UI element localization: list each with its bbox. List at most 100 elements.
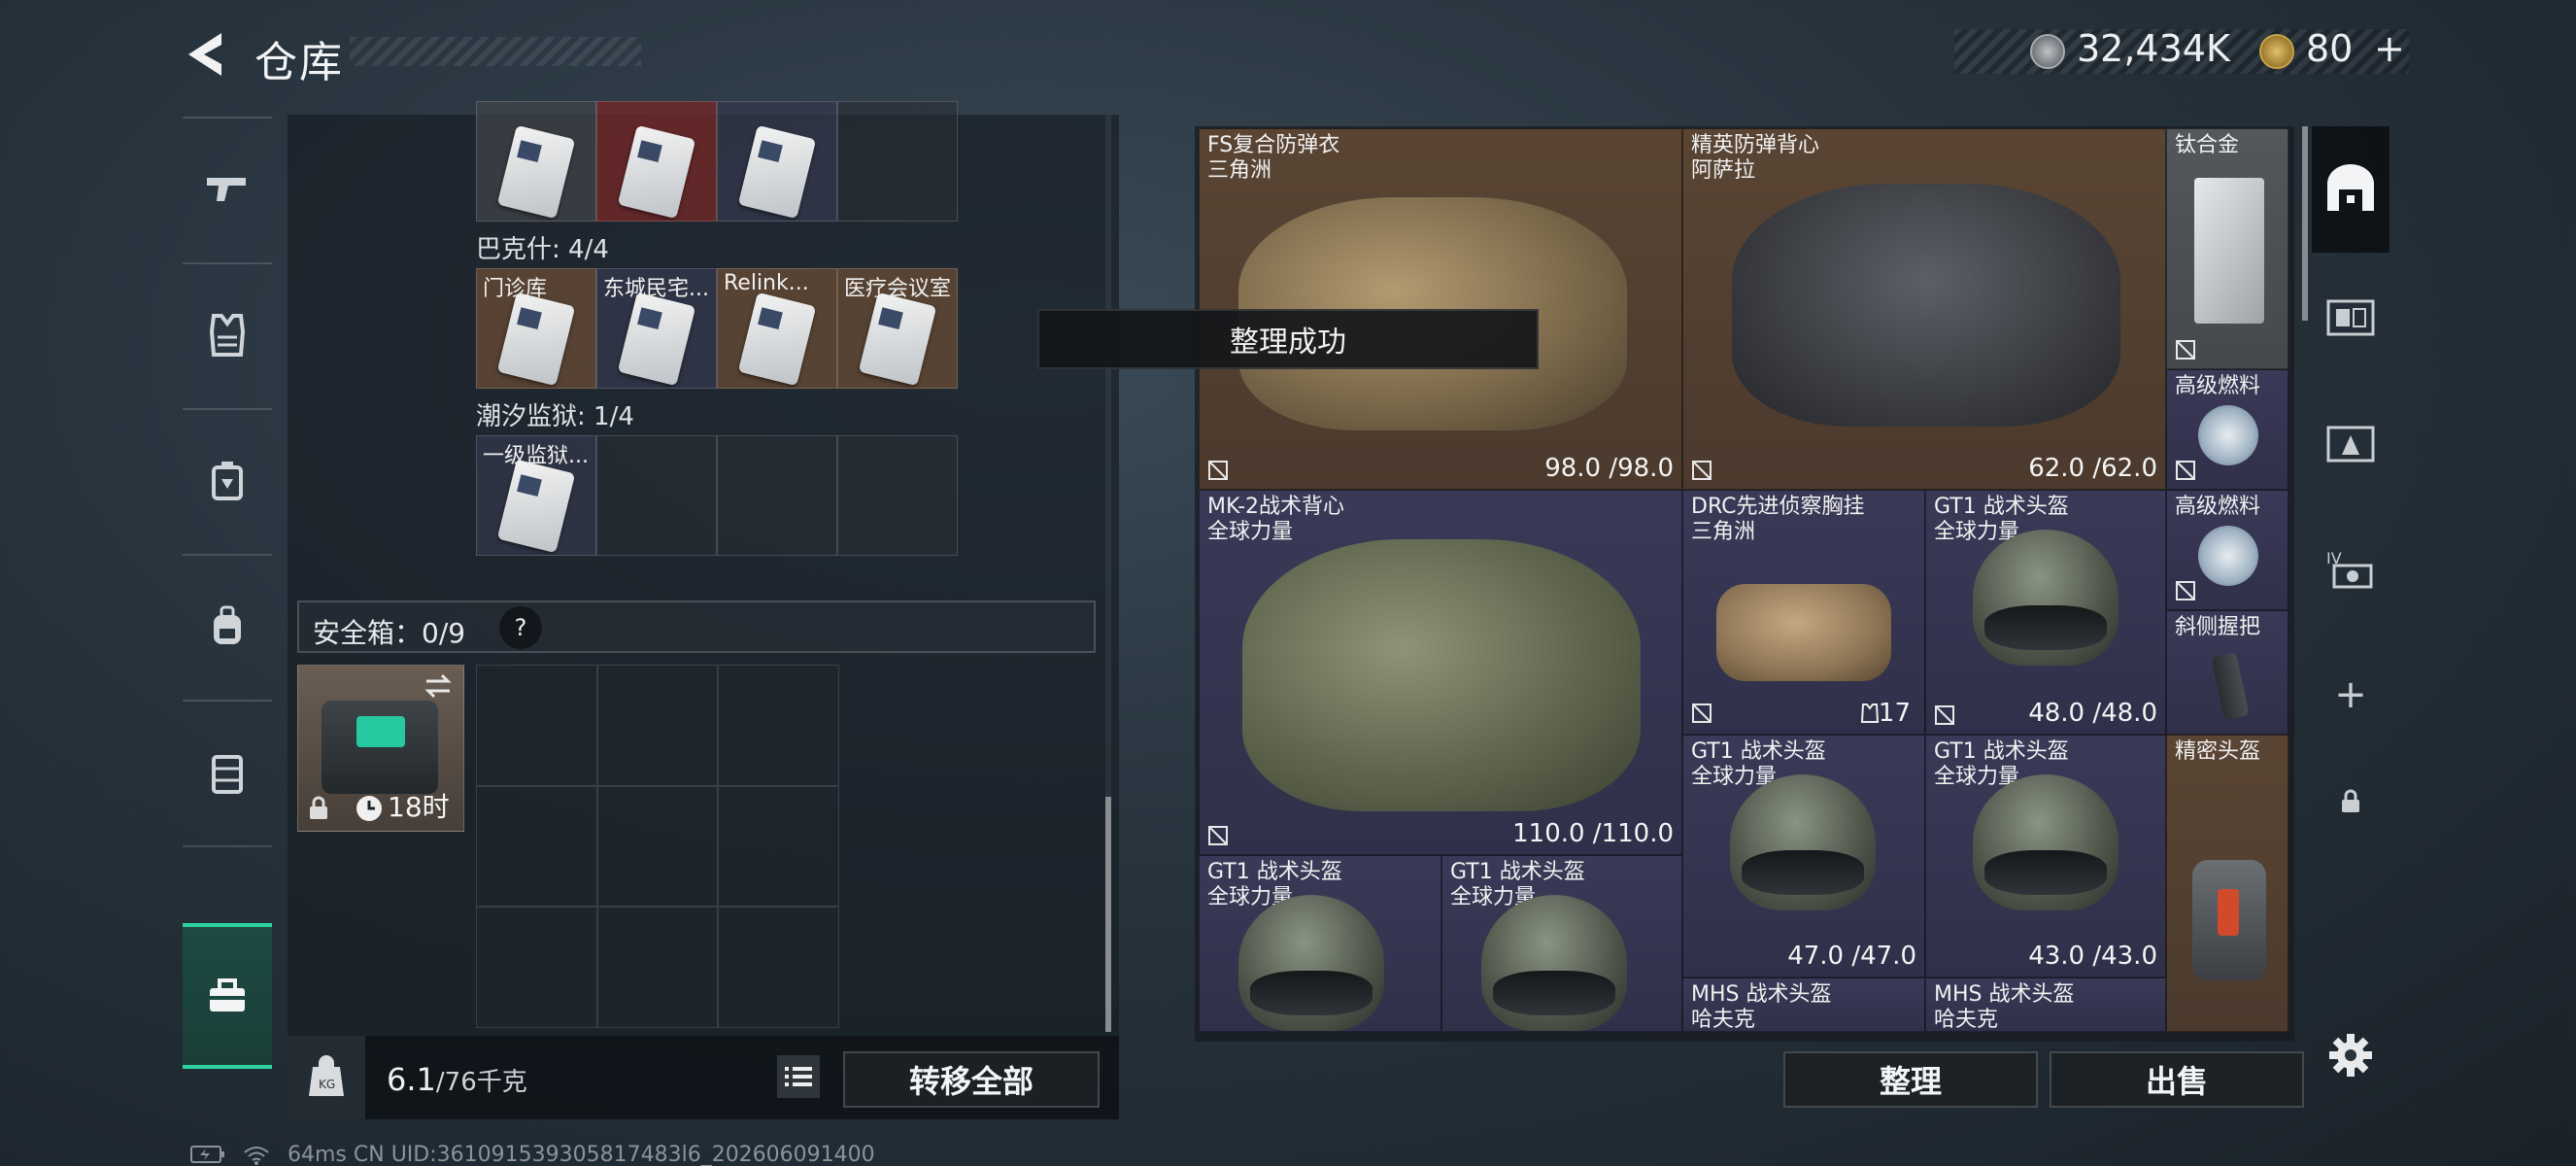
- transfer-all-button[interactable]: 转移全部: [843, 1051, 1100, 1108]
- empty-slot[interactable]: [837, 101, 958, 222]
- storage-page-1[interactable]: [2312, 126, 2390, 253]
- safebox-slot[interactable]: [596, 907, 719, 1028]
- toast-message: 整理成功: [1037, 309, 1539, 369]
- inventory-scrollbar-thumb[interactable]: [1105, 797, 1111, 1032]
- chest-rig-icon: [212, 462, 243, 500]
- container-tab[interactable]: [183, 700, 272, 845]
- goggle-image: [1984, 605, 2107, 650]
- lock-icon: [310, 796, 327, 819]
- no-insurance-icon: [1208, 461, 1228, 480]
- silver-currency-value: 32,434K: [2077, 27, 2230, 70]
- keycard-slot[interactable]: [596, 101, 717, 222]
- safebox-slot[interactable]: [596, 785, 719, 908]
- safebox-slot[interactable]: [476, 907, 597, 1028]
- weight-current: 6.1: [387, 1061, 436, 1098]
- item-name: 精密头盔: [2175, 739, 2261, 764]
- keycard-row-2: 门诊库 东城民宅... Relink... 医疗会议室: [476, 268, 958, 389]
- storage-item-fuel[interactable]: 高级燃料: [2166, 369, 2288, 490]
- container-icon: [212, 755, 243, 794]
- keycard-slot[interactable]: [476, 101, 596, 222]
- storage-item-titanium[interactable]: 钛合金: [2166, 128, 2288, 369]
- storage-item-gt1-helmet[interactable]: GT1 战术头盔 全球力量 48.0 /48.0: [1925, 490, 2166, 735]
- empty-slot[interactable]: [717, 435, 837, 556]
- storage-item-drc-rig[interactable]: DRC先进侦察胸挂 三角洲 17: [1682, 490, 1925, 735]
- back-arrow-icon[interactable]: [183, 29, 227, 80]
- storage-item-angled-grip[interactable]: 斜侧握把: [2166, 610, 2288, 735]
- safebox-item[interactable]: 18时: [297, 665, 464, 832]
- wifi-icon: [244, 1147, 269, 1165]
- goggle-image: [1493, 971, 1615, 1015]
- add-currency-button[interactable]: +: [2374, 27, 2405, 70]
- storage-page-2[interactable]: [2312, 253, 2390, 379]
- empty-slot[interactable]: [837, 435, 958, 556]
- silver-coin-icon: [2030, 34, 2065, 69]
- keycard-slot[interactable]: 东城民宅...: [596, 268, 717, 389]
- locked-storage-page[interactable]: [2312, 738, 2390, 865]
- safebox-slot[interactable]: [718, 907, 839, 1028]
- storage-item-mhs-helmet[interactable]: MHS 战术头盔 哈夫克: [1682, 977, 1925, 1032]
- safebox-slot[interactable]: [718, 785, 839, 908]
- armor-tab[interactable]: [183, 262, 272, 408]
- weapons-tab[interactable]: [183, 117, 272, 262]
- list-view-button[interactable]: [777, 1055, 820, 1098]
- keycard-icon: [496, 292, 576, 387]
- keycard-slot[interactable]: 一级监狱...: [476, 435, 596, 556]
- keycard-label: Relink...: [724, 271, 809, 295]
- vest-icon: [209, 314, 246, 357]
- grip-image: [2211, 652, 2250, 720]
- item-durability: 98.0 /98.0: [1544, 454, 1674, 483]
- sort-button[interactable]: 整理: [1783, 1051, 2038, 1108]
- safebox-slot[interactable]: [596, 665, 719, 786]
- swap-icon[interactable]: [423, 671, 454, 701]
- svg-text:KG: KG: [319, 1078, 335, 1091]
- keycard-icon: [737, 292, 817, 387]
- storage-item-fuel[interactable]: 高级燃料: [2166, 490, 2288, 610]
- keycard-row-1: [476, 101, 958, 222]
- safebox-image: [322, 701, 438, 794]
- list-icon: [785, 1067, 812, 1086]
- chest-rig-tab[interactable]: [183, 408, 272, 554]
- keycard-icon: [496, 124, 576, 220]
- storage-item-mhs-helmet[interactable]: MHS 战术头盔 哈夫克: [1925, 977, 2166, 1032]
- keycard-icon: [737, 124, 817, 220]
- safebox-slot[interactable]: [476, 785, 597, 908]
- storage-item-gt1-helmet[interactable]: GT1 战术头盔 全球力量 43.0 /43.0: [1925, 735, 2166, 977]
- help-button[interactable]: ?: [499, 606, 542, 649]
- item-name: MK-2战术背心 全球力量: [1207, 495, 1345, 544]
- item-name: 高级燃料: [2175, 495, 2261, 519]
- safebox-tab[interactable]: [183, 923, 272, 1069]
- storage-item-gt1-helmet[interactable]: GT1 战术头盔 全球力量 47.0 /47.0: [1682, 735, 1925, 977]
- safebox-slot[interactable]: [718, 665, 839, 786]
- backpack-icon: [214, 605, 241, 644]
- backpack-tab[interactable]: [183, 554, 272, 700]
- no-insurance-icon: [1692, 703, 1712, 723]
- keycard-slot[interactable]: [717, 101, 837, 222]
- storage-scrollbar[interactable]: [2302, 126, 2308, 321]
- storage-item-gt1-helmet[interactable]: GT1 战术头盔 全球力量: [1199, 855, 1441, 1032]
- clock-icon: [356, 796, 382, 821]
- sell-button[interactable]: 出售: [2050, 1051, 2304, 1108]
- keycard-icon: [617, 292, 696, 387]
- keycard-slot[interactable]: 门诊库: [476, 268, 596, 389]
- keycard-slot[interactable]: 医疗会议室: [837, 268, 958, 389]
- storage-iii-icon: [2326, 426, 2375, 463]
- no-insurance-icon: [2176, 340, 2195, 360]
- keycard-icon: [496, 459, 576, 554]
- settings-gear-icon[interactable]: [2327, 1032, 2374, 1079]
- storage-item-precision-helmet[interactable]: 精密头盔: [2166, 735, 2288, 1032]
- keycard-slot[interactable]: Relink...: [717, 268, 837, 389]
- storage-item-gt1-helmet[interactable]: GT1 战术头盔 全球力量: [1441, 855, 1682, 1032]
- storage-item-elite-vest[interactable]: 精英防弹背心 阿萨拉 62.0 /62.0: [1682, 128, 2166, 490]
- vest-small-icon: [1860, 703, 1880, 723]
- keycard-icon: [858, 292, 937, 387]
- storage-item-mk2-vest[interactable]: MK-2战术背心 全球力量 110.0 /110.0: [1199, 490, 1682, 855]
- item-durability: 47.0 /47.0: [1787, 942, 1916, 971]
- safebox-slot[interactable]: [476, 665, 597, 786]
- no-insurance-icon: [1935, 705, 1954, 725]
- storage-page-3[interactable]: [2312, 379, 2390, 505]
- item-capacity: 17: [1878, 699, 1911, 728]
- section-label-bakesh: 巴克什: 4/4: [476, 235, 609, 264]
- empty-slot[interactable]: [596, 435, 717, 556]
- fuel-can-image: [2198, 405, 2258, 465]
- storage-page-4[interactable]: IV: [2312, 505, 2390, 632]
